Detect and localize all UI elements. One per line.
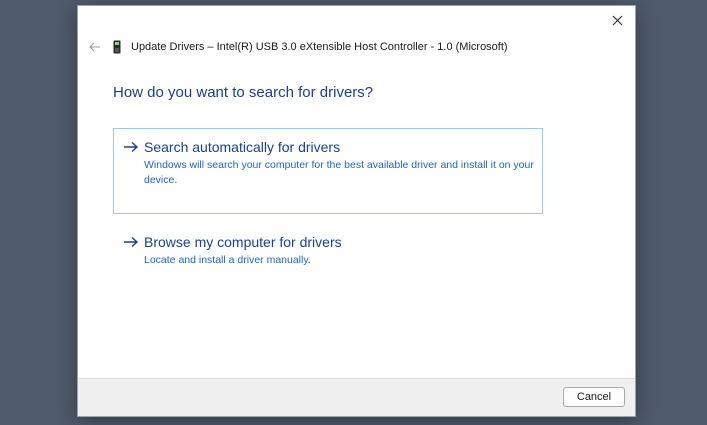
option-title: Browse my computer for drivers <box>144 234 342 250</box>
dialog-footer: Cancel <box>78 378 635 416</box>
back-arrow-icon <box>89 42 100 52</box>
cancel-button[interactable]: Cancel <box>563 387 625 407</box>
option-description: Windows will search your computer for th… <box>144 159 534 186</box>
search-automatically-option[interactable]: Search automatically for drivers Windows… <box>113 128 543 214</box>
update-drivers-dialog: Update Drivers – Intel(R) USB 3.0 eXtens… <box>77 5 636 417</box>
option-description: Locate and install a driver manually. <box>144 254 311 266</box>
page-heading: How do you want to search for drivers? <box>113 84 374 101</box>
arrow-right-icon <box>122 138 140 156</box>
option-title: Search automatically for drivers <box>144 139 341 155</box>
back-button[interactable] <box>86 38 104 56</box>
browse-computer-option[interactable]: Browse my computer for drivers Locate an… <box>113 223 543 279</box>
arrow-right-icon <box>122 233 140 251</box>
dialog-titlebar: Update Drivers – Intel(R) USB 3.0 eXtens… <box>86 38 625 56</box>
dialog-title: Update Drivers – Intel(R) USB 3.0 eXtens… <box>131 41 508 53</box>
close-icon <box>612 15 622 25</box>
close-button[interactable] <box>605 9 629 31</box>
usb-device-icon <box>111 39 123 55</box>
